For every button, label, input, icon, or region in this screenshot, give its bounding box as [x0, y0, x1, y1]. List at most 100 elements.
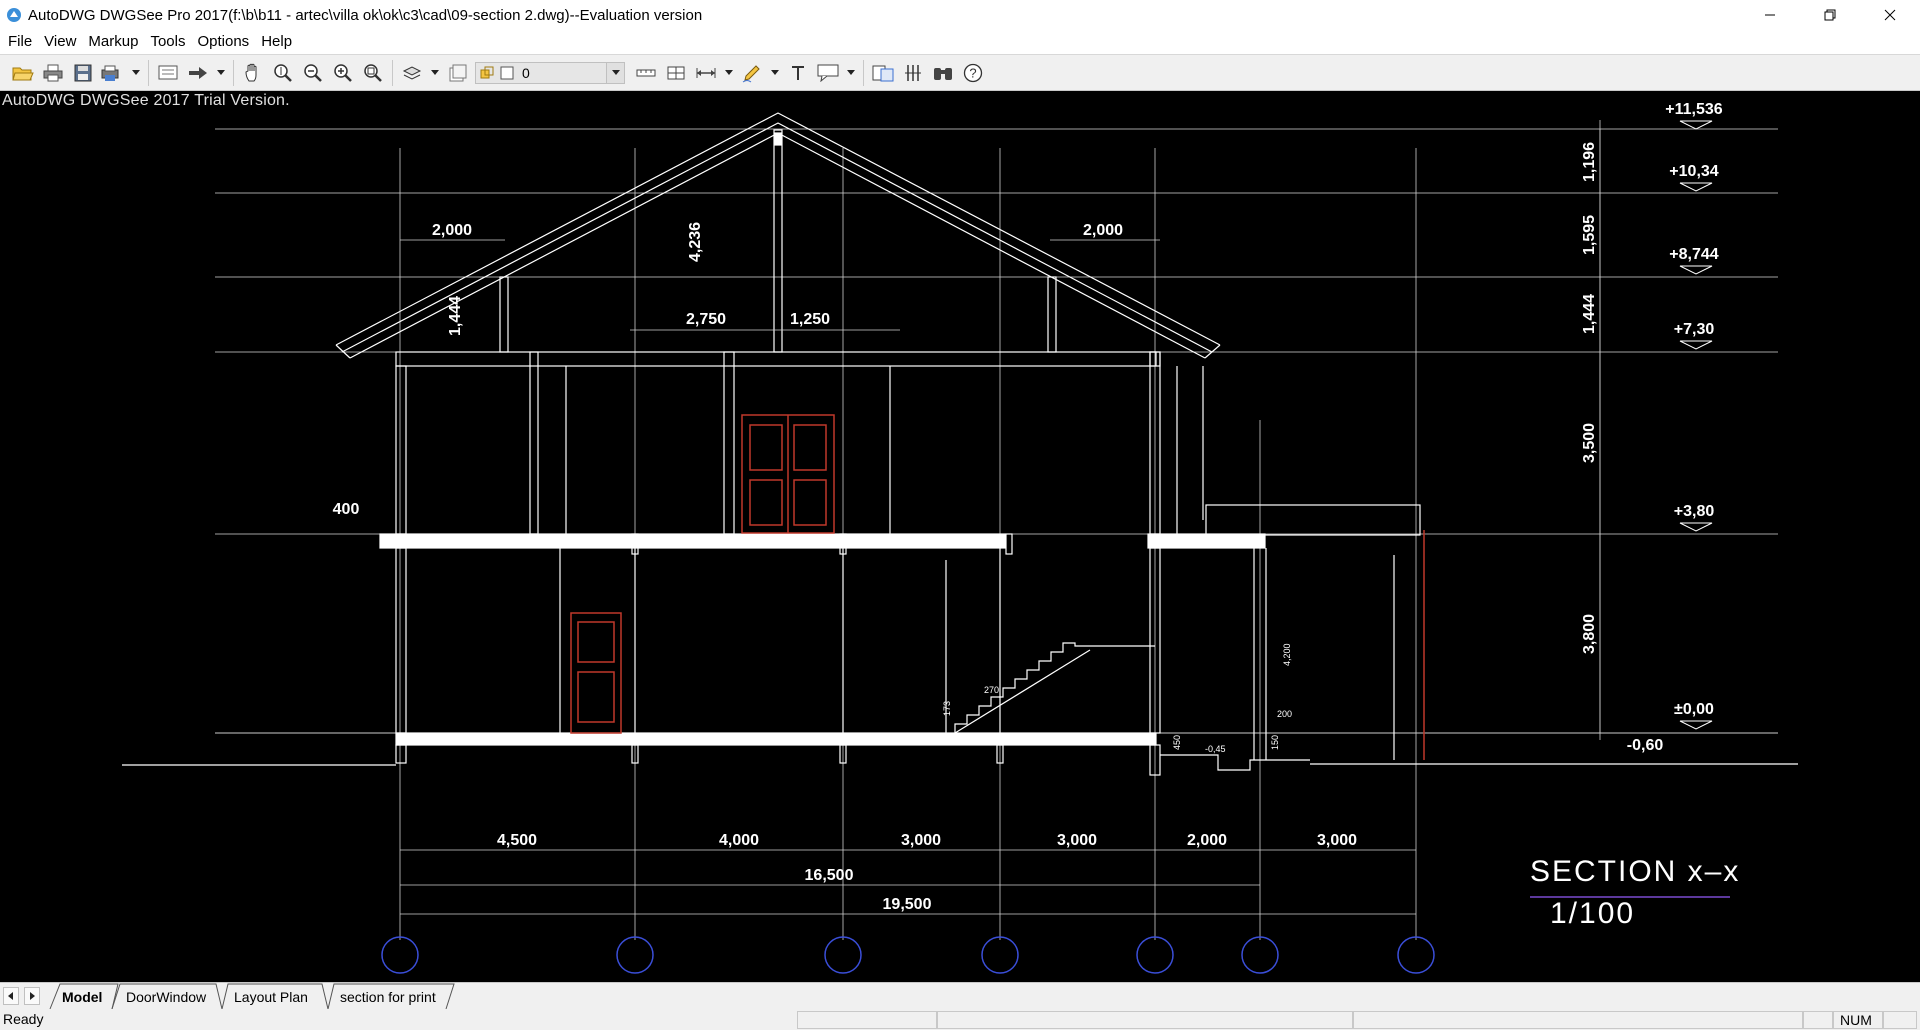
- text-button[interactable]: [783, 59, 813, 87]
- batch-print-dropdown[interactable]: [128, 59, 144, 87]
- level-markers: [1679, 120, 1713, 730]
- minimize-button[interactable]: [1740, 0, 1800, 30]
- app-window: AutoDWG DWGSee Pro 2017(f:\b\b11 - artec…: [0, 0, 1920, 1030]
- dropdown-arrow-icon: [771, 69, 779, 75]
- callout-dropdown[interactable]: [843, 59, 859, 87]
- section-scale: 1/100: [1550, 897, 1635, 930]
- print-button[interactable]: [38, 59, 68, 87]
- help-button[interactable]: ?: [958, 59, 988, 87]
- close-button[interactable]: [1860, 0, 1920, 30]
- drawing-canvas[interactable]: +11,536 +10,34 +8,744 +7,30 +3,80 ±0,00 …: [0, 91, 1920, 982]
- zoom-window-icon: [364, 63, 382, 82]
- callout-button[interactable]: [813, 59, 843, 87]
- layout-icon: [449, 64, 467, 81]
- title-bar: AutoDWG DWGSee Pro 2017(f:\b\b11 - artec…: [0, 0, 1920, 30]
- compare-button[interactable]: [868, 59, 898, 87]
- dimension-dropdown[interactable]: [721, 59, 737, 87]
- status-bar: Ready NUM: [0, 1009, 1920, 1030]
- section-title-block: SECTION x–x 1/100: [1530, 855, 1738, 930]
- open-button[interactable]: [8, 59, 38, 87]
- zoom-out-button[interactable]: [298, 59, 328, 87]
- dimension-label: 1,444: [1581, 294, 1598, 334]
- menu-options[interactable]: Options: [191, 31, 255, 53]
- trial-version-notice: AutoDWG DWGSee 2017 Trial Version.: [2, 92, 290, 109]
- toolbar-separator: [863, 59, 864, 86]
- dropdown-arrow-icon: [725, 69, 733, 75]
- ground-floor-structure: [122, 547, 1798, 776]
- svg-text:?: ?: [969, 65, 976, 80]
- menu-help[interactable]: Help: [255, 31, 298, 53]
- toolbar-separator: [392, 59, 393, 86]
- menu-markup[interactable]: Markup: [82, 31, 144, 53]
- layer-dropdown-arrow[interactable]: [606, 62, 624, 83]
- small-label: 173: [942, 701, 952, 716]
- dimension-label: 1,196: [1581, 142, 1598, 182]
- send-button[interactable]: [183, 59, 213, 87]
- measure-distance-icon: [636, 69, 656, 76]
- dimension-label: 4,236: [687, 222, 704, 262]
- open-folder-icon: [12, 67, 34, 80]
- batch-print-icon: [101, 65, 119, 81]
- zoom-realtime-button[interactable]: [268, 59, 298, 87]
- toolbar-separator: [233, 59, 234, 86]
- dropdown-arrow-icon: [132, 69, 140, 75]
- dimension-button[interactable]: [691, 59, 721, 87]
- send-dropdown[interactable]: [213, 59, 229, 87]
- print-preview-icon: [158, 65, 178, 79]
- print-preview-button[interactable]: [153, 59, 183, 87]
- upper-floor-structure: [379, 351, 1421, 555]
- hatch-icon: [905, 64, 921, 81]
- batch-print-button[interactable]: [98, 59, 128, 87]
- level-label: +10,34: [1669, 163, 1718, 180]
- layers-dropdown[interactable]: [427, 59, 443, 87]
- section-drawing: +11,536 +10,34 +8,744 +7,30 +3,80 ±0,00 …: [122, 101, 1798, 974]
- status-text: Ready: [3, 1011, 44, 1027]
- zoom-window-button[interactable]: [358, 59, 388, 87]
- print-icon: [43, 64, 63, 81]
- dimension-label: 4,000: [719, 832, 759, 849]
- zoom-realtime-icon: [274, 63, 292, 82]
- menu-view[interactable]: View: [38, 31, 82, 53]
- zoom-in-icon: [334, 63, 352, 82]
- level-lines: [215, 128, 1778, 734]
- restore-button[interactable]: [1800, 0, 1860, 30]
- layout-button[interactable]: [443, 59, 473, 87]
- status-pane: [1883, 1011, 1917, 1029]
- dimension-label: 3,800: [1581, 614, 1598, 654]
- zoom-in-button[interactable]: [328, 59, 358, 87]
- text-icon: [792, 65, 804, 80]
- find-button[interactable]: [928, 59, 958, 87]
- dwgsee-app-icon: [6, 7, 22, 23]
- small-label: 150: [1270, 735, 1280, 750]
- layer-select[interactable]: 0: [475, 61, 625, 84]
- pen-markup-button[interactable]: [737, 59, 767, 87]
- dimension-label: 1,250: [790, 311, 830, 328]
- status-pane: [937, 1011, 1353, 1029]
- layer-color-icon: [500, 66, 514, 79]
- menu-tools[interactable]: Tools: [144, 31, 191, 53]
- total-dimension-label: 16,500: [805, 867, 854, 884]
- level-label: +3,80: [1674, 503, 1715, 520]
- dimension-label: 2,000: [1187, 832, 1227, 849]
- vertical-dimension-labels: 4,236 1,444 1,196 1,595 1,444 3,500 3,80…: [447, 142, 1598, 654]
- minimize-icon: [1765, 14, 1775, 16]
- dimension-label: 1,595: [1581, 215, 1598, 255]
- doors: [570, 414, 1425, 760]
- level-label: ±0,00: [1674, 701, 1714, 718]
- status-pane: [1353, 1011, 1803, 1029]
- hatch-button[interactable]: [898, 59, 928, 87]
- pen-markup-dropdown[interactable]: [767, 59, 783, 87]
- grid-bubbles: [381, 936, 1435, 974]
- tab-section-for-print[interactable]: section for print: [340, 988, 436, 1006]
- tab-model[interactable]: Model: [62, 988, 102, 1006]
- tab-doorwindow[interactable]: DoorWindow: [126, 988, 206, 1006]
- small-label: -0,45: [1205, 744, 1226, 754]
- measure-distance-button[interactable]: [631, 59, 661, 87]
- layers-button[interactable]: [397, 59, 427, 87]
- small-label: 200: [1277, 709, 1292, 719]
- menu-file[interactable]: File: [2, 31, 38, 53]
- measure-area-button[interactable]: [661, 59, 691, 87]
- save-button[interactable]: [68, 59, 98, 87]
- pan-button[interactable]: [238, 59, 268, 87]
- tab-layout-plan[interactable]: Layout Plan: [234, 988, 308, 1006]
